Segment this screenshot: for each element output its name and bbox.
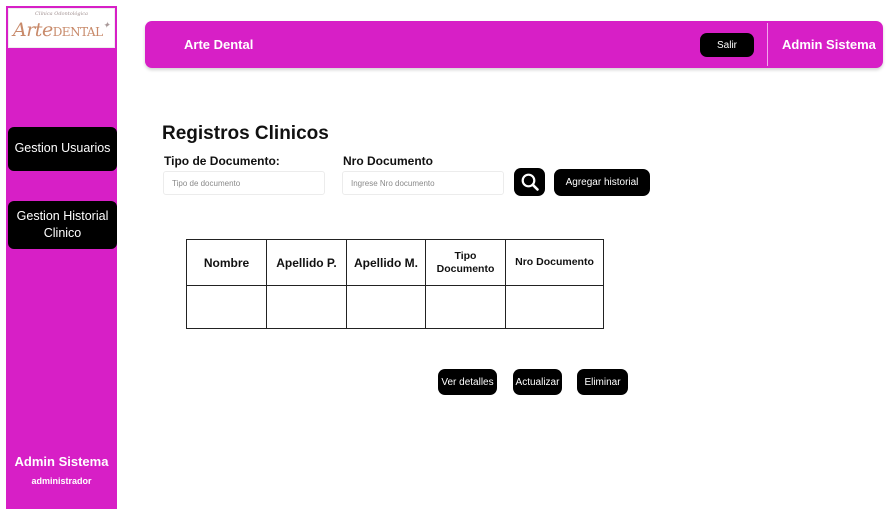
- sidebar-item-label-line2: Clinico: [43, 226, 82, 240]
- column-header-apellido-p: Apellido P.: [266, 239, 347, 286]
- sidebar: Clínica Odontológica ArteDENTAL✦ Gestion…: [6, 6, 117, 509]
- app-frame: Clínica Odontológica ArteDENTAL✦ Gestion…: [0, 0, 896, 511]
- sidebar-item-label-line1: Gestion Historial: [16, 208, 109, 223]
- sidebar-item-label: Gestion Usuarios: [14, 141, 111, 156]
- header-title: Arte Dental: [184, 37, 254, 52]
- column-header-nombre: Nombre: [186, 239, 267, 286]
- sparkle-icon: ✦: [102, 21, 111, 31]
- table-cell: [266, 285, 347, 329]
- logo-tagline: Clínica Odontológica: [35, 11, 88, 17]
- column-header-apellido-m: Apellido M.: [346, 239, 426, 286]
- header-user-name: Admin Sistema: [782, 37, 876, 52]
- doc-number-input[interactable]: [342, 171, 504, 195]
- table-row[interactable]: [186, 285, 604, 329]
- table-cell: [505, 285, 604, 329]
- doc-type-label: Tipo de Documento:: [164, 154, 280, 168]
- sidebar-item-label: Gestion Historial Clinico: [17, 208, 109, 243]
- table-cell: [425, 285, 506, 329]
- search-icon: [521, 173, 539, 191]
- add-history-button[interactable]: Agregar historial: [554, 169, 650, 196]
- table-cell: [186, 285, 267, 329]
- doc-type-input[interactable]: [163, 171, 325, 195]
- column-header-tipo-documento: Tipo Documento: [425, 239, 506, 286]
- update-button[interactable]: Actualizar: [513, 369, 562, 395]
- logo: Clínica Odontológica ArteDENTAL✦: [8, 8, 115, 48]
- column-header-tipo-line2: Documento: [436, 262, 495, 275]
- column-header-nro-documento: Nro Documento: [505, 239, 604, 286]
- logo-arte: Arte: [13, 19, 53, 41]
- page-title: Registros Clinicos: [162, 123, 329, 144]
- view-details-button[interactable]: Ver detalles: [438, 369, 497, 395]
- sidebar-item-gestion-historial[interactable]: Gestion Historial Clinico: [8, 201, 117, 249]
- logo-dental: DENTAL: [52, 25, 103, 39]
- sidebar-user-name: Admin Sistema: [14, 454, 109, 469]
- doc-number-label: Nro Documento: [343, 154, 433, 168]
- table-cell: [346, 285, 426, 329]
- table-header-row: Nombre Apellido P. Apellido M. Tipo Docum…: [186, 239, 604, 286]
- delete-button[interactable]: Eliminar: [577, 369, 628, 395]
- header-divider: [767, 23, 768, 66]
- logo-wordmark: ArteDENTAL✦: [13, 19, 118, 41]
- column-header-tipo-line1: Tipo: [454, 249, 477, 262]
- sidebar-item-gestion-usuarios[interactable]: Gestion Usuarios: [8, 127, 117, 171]
- sidebar-user-role: administrador: [31, 476, 92, 486]
- search-button[interactable]: [514, 168, 545, 196]
- records-table: Nombre Apellido P. Apellido M. Tipo Docum…: [186, 239, 604, 329]
- logout-button[interactable]: Salir: [700, 33, 754, 57]
- top-header: Arte Dental Salir Admin Sistema: [145, 21, 883, 68]
